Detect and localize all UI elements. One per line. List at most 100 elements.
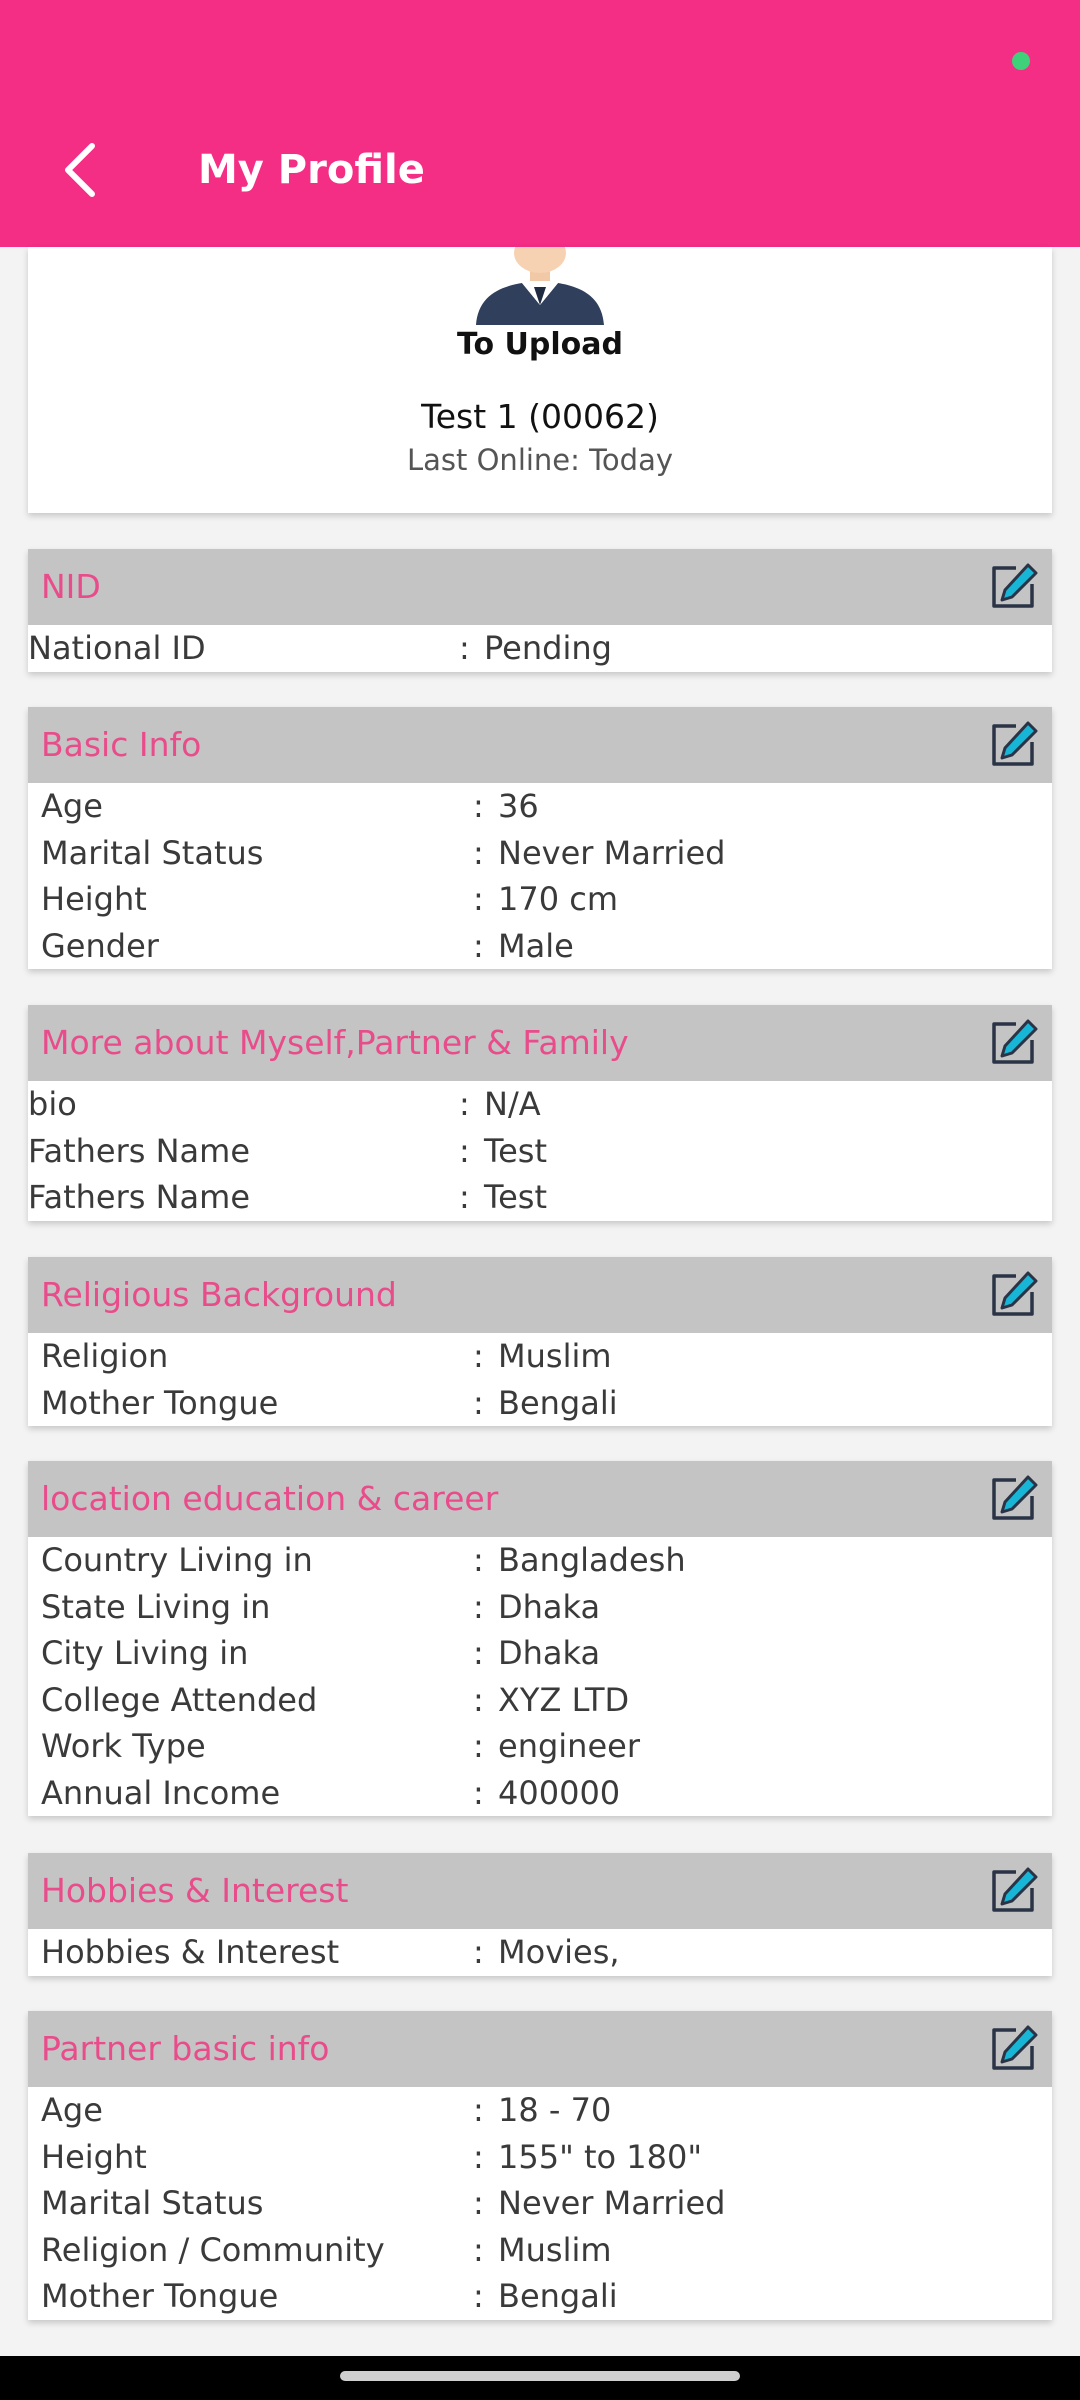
section-title: More about Myself,Partner & Family — [41, 1023, 629, 1062]
row-label: Fathers Name — [28, 1178, 250, 1216]
edit-icon — [992, 1475, 1038, 1520]
edit-icon — [992, 1271, 1038, 1316]
row-label: State Living in — [41, 1587, 271, 1626]
row-separator: : — [473, 2184, 484, 2222]
section-header: Basic Info — [28, 707, 1052, 783]
edit-hobbies-button[interactable] — [986, 1864, 1040, 1918]
chevron-left-icon — [65, 143, 95, 197]
info-row: Height : 170 cm — [28, 876, 1052, 923]
info-row: City Living in : Dhaka — [28, 1630, 1052, 1677]
row-separator: : — [473, 1337, 484, 1375]
edit-more-about-button[interactable] — [986, 1016, 1040, 1070]
info-row: Mother Tongue : Bengali — [28, 1380, 1052, 1427]
row-value: 18 - 70 — [498, 2091, 612, 2129]
section-header: More about Myself,Partner & Family — [28, 1005, 1052, 1081]
info-row: Fathers Name : Test — [28, 1128, 1052, 1175]
section-religious-background: Religious Background Religion : Muslim M… — [28, 1257, 1052, 1426]
row-label: Age — [41, 787, 103, 825]
info-row: Mother Tongue : Bengali — [28, 2273, 1052, 2320]
row-value: Dhaka — [498, 1634, 601, 1672]
row-value: Muslim — [498, 1337, 612, 1375]
row-value: Bangladesh — [498, 1541, 686, 1579]
row-value: 36 — [498, 787, 539, 825]
home-gesture-handle[interactable] — [340, 2371, 740, 2381]
row-label: City Living in — [41, 1634, 249, 1672]
row-label: Height — [41, 880, 147, 918]
edit-religious-background-button[interactable] — [986, 1268, 1040, 1322]
edit-location-button[interactable] — [986, 1472, 1040, 1526]
row-value: Never Married — [498, 833, 726, 872]
row-separator: : — [473, 2091, 484, 2129]
section-header: NID — [28, 549, 1052, 625]
row-label: Marital Status — [41, 833, 264, 872]
row-separator: : — [473, 2230, 484, 2269]
row-value: 400000 — [498, 1773, 621, 1812]
info-row: Work Type : engineer — [28, 1723, 1052, 1770]
row-label: Fathers Name — [28, 1131, 250, 1170]
row-label: Religion — [41, 1337, 169, 1375]
row-value: Test — [484, 1178, 548, 1216]
info-row: Fathers Name : Test — [28, 1174, 1052, 1221]
row-separator: : — [473, 926, 484, 965]
info-row: Age : 18 - 70 — [28, 2087, 1052, 2134]
section-title: Religious Background — [41, 1275, 397, 1314]
row-value: Bengali — [498, 2277, 618, 2315]
info-row: Hobbies & Interest : Movies, — [28, 1929, 1052, 1976]
app-bar: My Profile — [0, 0, 1080, 247]
row-value: Bengali — [498, 1383, 618, 1422]
row-separator: : — [473, 1773, 484, 1812]
row-label: Gender — [41, 926, 159, 965]
row-label: College Attended — [41, 1680, 318, 1719]
row-label: Work Type — [41, 1727, 206, 1765]
row-separator: : — [473, 787, 484, 825]
row-label: Mother Tongue — [41, 2277, 279, 2315]
info-row: Annual Income : 400000 — [28, 1770, 1052, 1817]
info-row: Age : 36 — [28, 783, 1052, 830]
row-value: XYZ LTD — [498, 1680, 630, 1719]
edit-icon — [992, 2025, 1038, 2070]
edit-partner-info-button[interactable] — [986, 2022, 1040, 2076]
last-online-status: Last Online: Today — [406, 443, 674, 477]
row-separator: : — [473, 2277, 484, 2315]
row-label: Hobbies & Interest — [41, 1933, 340, 1971]
row-label: Country Living in — [41, 1541, 313, 1579]
row-label: Age — [41, 2091, 103, 2129]
info-row: College Attended : XYZ LTD — [28, 1677, 1052, 1724]
section-nid: NID National ID : Pending — [28, 549, 1052, 672]
row-separator: : — [473, 1634, 484, 1672]
section-title: NID — [41, 567, 101, 606]
row-separator: : — [473, 880, 484, 918]
section-header: Partner basic info — [28, 2011, 1052, 2087]
row-value: Muslim — [498, 2230, 612, 2269]
row-label: Marital Status — [41, 2184, 264, 2222]
section-title: Partner basic info — [41, 2029, 330, 2068]
row-separator: : — [473, 1383, 484, 1422]
info-row: bio : N/A — [28, 1081, 1052, 1128]
section-header: Religious Background — [28, 1257, 1052, 1333]
info-row: Religion / Community : Muslim — [28, 2227, 1052, 2274]
row-separator: : — [473, 1587, 484, 1626]
row-separator: : — [473, 1541, 484, 1579]
avatar-illustration — [476, 233, 604, 325]
edit-nid-button[interactable] — [986, 560, 1040, 614]
edit-icon — [992, 563, 1038, 608]
avatar[interactable] — [468, 233, 612, 325]
row-label: Mother Tongue — [41, 1383, 279, 1422]
row-label: Religion / Community — [41, 2230, 385, 2269]
upload-photo-label[interactable]: To Upload — [28, 327, 1052, 362]
back-button[interactable] — [40, 130, 120, 210]
edit-basic-info-button[interactable] — [986, 718, 1040, 772]
status-indicator-dot — [1012, 52, 1030, 70]
section-title: Basic Info — [41, 725, 202, 764]
row-label: National ID — [28, 629, 206, 667]
section-more-about: More about Myself,Partner & Family bio :… — [28, 1005, 1052, 1221]
info-row: National ID : Pending — [28, 625, 1052, 672]
section-header: location education & career — [28, 1461, 1052, 1537]
info-row: Religion : Muslim — [28, 1333, 1052, 1380]
row-value: engineer — [498, 1727, 640, 1765]
row-value: Pending — [484, 629, 612, 667]
row-separator: : — [459, 629, 470, 667]
row-value: Never Married — [498, 2184, 726, 2222]
row-label: Height — [41, 2137, 147, 2176]
profile-card: To Upload Test 1 (00062) Last Online: To… — [28, 233, 1052, 513]
